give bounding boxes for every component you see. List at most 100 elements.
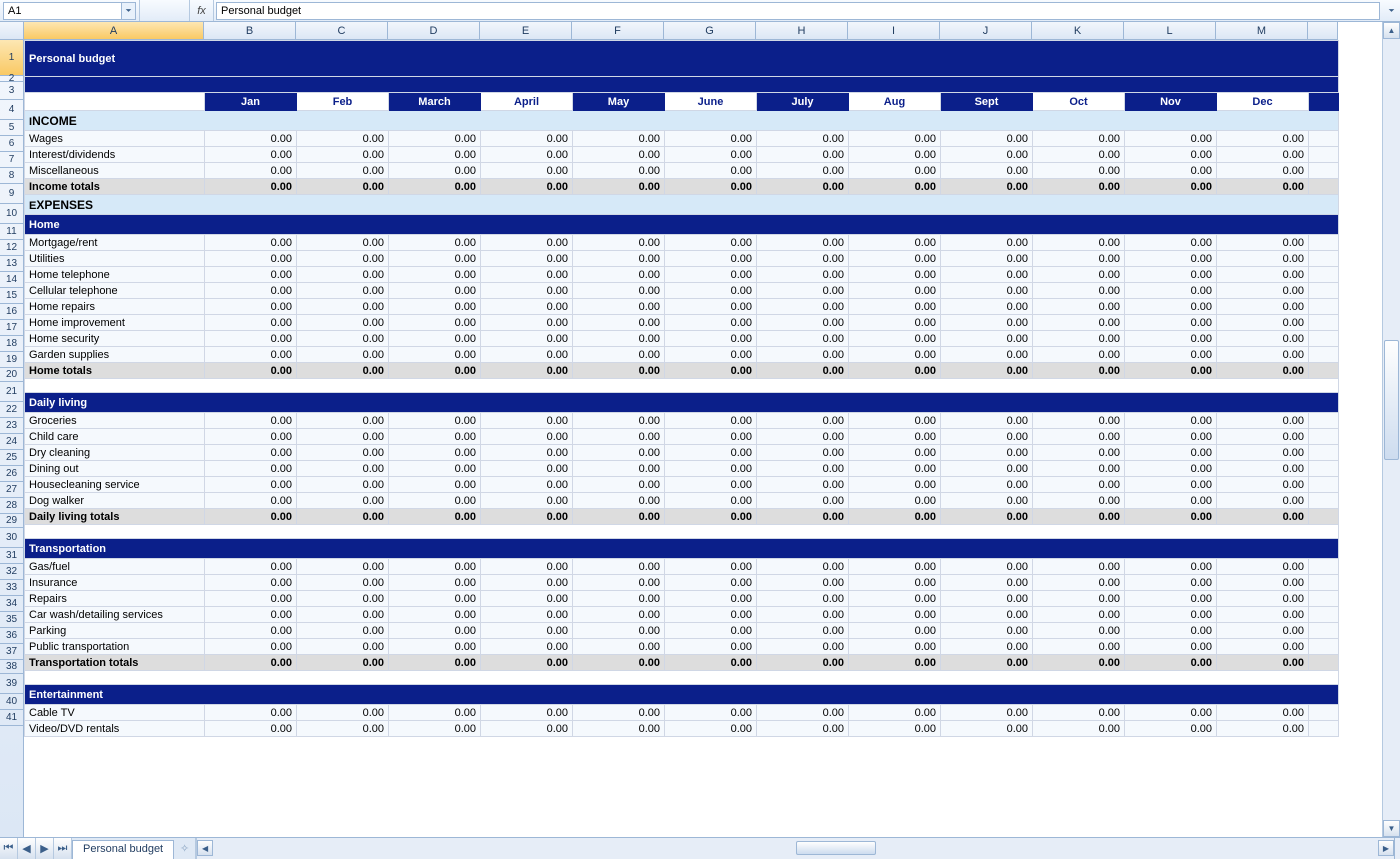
cell[interactable]: 0.00 — [849, 147, 941, 163]
cell[interactable]: 0.00 — [297, 347, 389, 363]
cell[interactable]: 0.00 — [941, 559, 1033, 575]
cell[interactable]: 0.00 — [481, 347, 573, 363]
cell[interactable]: 0.00 — [665, 477, 757, 493]
cell[interactable]: 0.00 — [757, 413, 849, 429]
cell[interactable]: 0.00 — [1125, 607, 1217, 623]
row-header-41[interactable]: 41 — [0, 710, 23, 726]
cell[interactable]: 0.00 — [573, 315, 665, 331]
cell[interactable]: 0.00 — [1217, 429, 1309, 445]
cell[interactable]: 0.00 — [1217, 283, 1309, 299]
cell[interactable]: 0.00 — [481, 251, 573, 267]
cell[interactable]: 0.00 — [297, 315, 389, 331]
cell[interactable]: 0.00 — [941, 235, 1033, 251]
row-label[interactable]: Home improvement — [25, 315, 205, 331]
scroll-left-button[interactable]: ◀ — [197, 840, 213, 856]
row-header-22[interactable]: 22 — [0, 402, 23, 418]
cell[interactable]: 0.00 — [297, 623, 389, 639]
cell[interactable]: 0.00 — [1125, 705, 1217, 721]
cell[interactable]: 0.00 — [389, 315, 481, 331]
cell[interactable]: 0.00 — [481, 639, 573, 655]
cell[interactable]: 0.00 — [1217, 639, 1309, 655]
new-sheet-button[interactable]: ✧ — [174, 838, 196, 859]
cell[interactable]: 0.00 — [665, 429, 757, 445]
month-header-Nov[interactable]: Nov — [1125, 93, 1217, 111]
cell[interactable]: 0.00 — [205, 445, 297, 461]
cell[interactable]: 0.00 — [665, 251, 757, 267]
cell[interactable]: 0.00 — [389, 429, 481, 445]
vertical-scrollbar[interactable]: ▲ ▼ — [1382, 22, 1400, 837]
row-header-25[interactable]: 25 — [0, 450, 23, 466]
cell[interactable]: 0.00 — [941, 623, 1033, 639]
title-cell[interactable]: Personal budget — [25, 41, 1339, 77]
cell[interactable]: 0.00 — [481, 477, 573, 493]
cell[interactable]: 0.00 — [941, 705, 1033, 721]
hscroll-thumb[interactable] — [796, 841, 876, 855]
cell[interactable]: 0.00 — [849, 413, 941, 429]
row-header-30[interactable]: 30 — [0, 528, 23, 548]
row-label[interactable]: Public transportation — [25, 639, 205, 655]
cell[interactable]: 0.00 — [1033, 639, 1125, 655]
cell[interactable]: 0.00 — [205, 607, 297, 623]
cell[interactable]: 0.00 — [481, 429, 573, 445]
cell[interactable]: 0.00 — [297, 721, 389, 737]
row-label[interactable]: Miscellaneous — [25, 163, 205, 179]
row-label[interactable]: Home telephone — [25, 267, 205, 283]
cell[interactable]: 0.00 — [665, 413, 757, 429]
cell[interactable]: 0.00 — [1217, 509, 1309, 525]
cell[interactable]: 0.00 — [481, 413, 573, 429]
cell[interactable]: 0.00 — [941, 655, 1033, 671]
cell[interactable]: 0.00 — [205, 413, 297, 429]
cell[interactable]: 0.00 — [389, 607, 481, 623]
cell[interactable]: 0.00 — [205, 721, 297, 737]
column-header-L[interactable]: L — [1124, 22, 1216, 39]
cell[interactable]: 0.00 — [941, 131, 1033, 147]
row-label[interactable]: Mortgage/rent — [25, 235, 205, 251]
cell[interactable]: 0.00 — [757, 283, 849, 299]
cell[interactable]: 0.00 — [1033, 461, 1125, 477]
cell[interactable]: 0.00 — [573, 267, 665, 283]
cell[interactable]: 0.00 — [849, 575, 941, 591]
cell[interactable]: 0.00 — [389, 235, 481, 251]
cell[interactable]: 0.00 — [757, 509, 849, 525]
cell[interactable]: 0.00 — [297, 575, 389, 591]
cell[interactable]: 0.00 — [205, 363, 297, 379]
cell[interactable]: 0.00 — [1125, 251, 1217, 267]
cell[interactable]: 0.00 — [481, 721, 573, 737]
cell[interactable]: 0.00 — [941, 163, 1033, 179]
cell[interactable]: 0.00 — [297, 251, 389, 267]
row-label[interactable]: Cellular telephone — [25, 283, 205, 299]
row-label[interactable]: Video/DVD rentals — [25, 721, 205, 737]
row-header-4[interactable]: 4 — [0, 100, 23, 120]
month-header-Sept[interactable]: Sept — [941, 93, 1033, 111]
cell[interactable]: 0.00 — [389, 639, 481, 655]
cell[interactable]: 0.00 — [1033, 477, 1125, 493]
row-header-9[interactable]: 9 — [0, 184, 23, 204]
row-label[interactable]: Utilities — [25, 251, 205, 267]
cell[interactable]: 0.00 — [941, 575, 1033, 591]
cell[interactable]: 0.00 — [757, 721, 849, 737]
row-label[interactable]: Dog walker — [25, 493, 205, 509]
cell[interactable]: 0.00 — [1033, 607, 1125, 623]
row-label[interactable]: Housecleaning service — [25, 477, 205, 493]
row-header-20[interactable]: 20 — [0, 368, 23, 382]
column-header-F[interactable]: F — [572, 22, 664, 39]
cell[interactable]: 0.00 — [665, 721, 757, 737]
cell[interactable]: 0.00 — [389, 559, 481, 575]
row-header-16[interactable]: 16 — [0, 304, 23, 320]
cell[interactable]: 0.00 — [1033, 493, 1125, 509]
cell[interactable]: 0.00 — [757, 445, 849, 461]
month-header-May[interactable]: May — [573, 93, 665, 111]
cell[interactable]: 0.00 — [941, 413, 1033, 429]
cell[interactable]: 0.00 — [757, 461, 849, 477]
cell[interactable]: 0.00 — [1125, 655, 1217, 671]
cell[interactable]: 0.00 — [573, 413, 665, 429]
cell[interactable]: 0.00 — [1033, 299, 1125, 315]
month-header-March[interactable]: March — [389, 93, 481, 111]
cell[interactable]: 0.00 — [389, 179, 481, 195]
row-header-37[interactable]: 37 — [0, 644, 23, 660]
row-label[interactable]: Income totals — [25, 179, 205, 195]
cell[interactable]: 0.00 — [1125, 179, 1217, 195]
cell[interactable]: 0.00 — [757, 163, 849, 179]
cell[interactable]: 0.00 — [757, 429, 849, 445]
cell[interactable]: 0.00 — [297, 283, 389, 299]
